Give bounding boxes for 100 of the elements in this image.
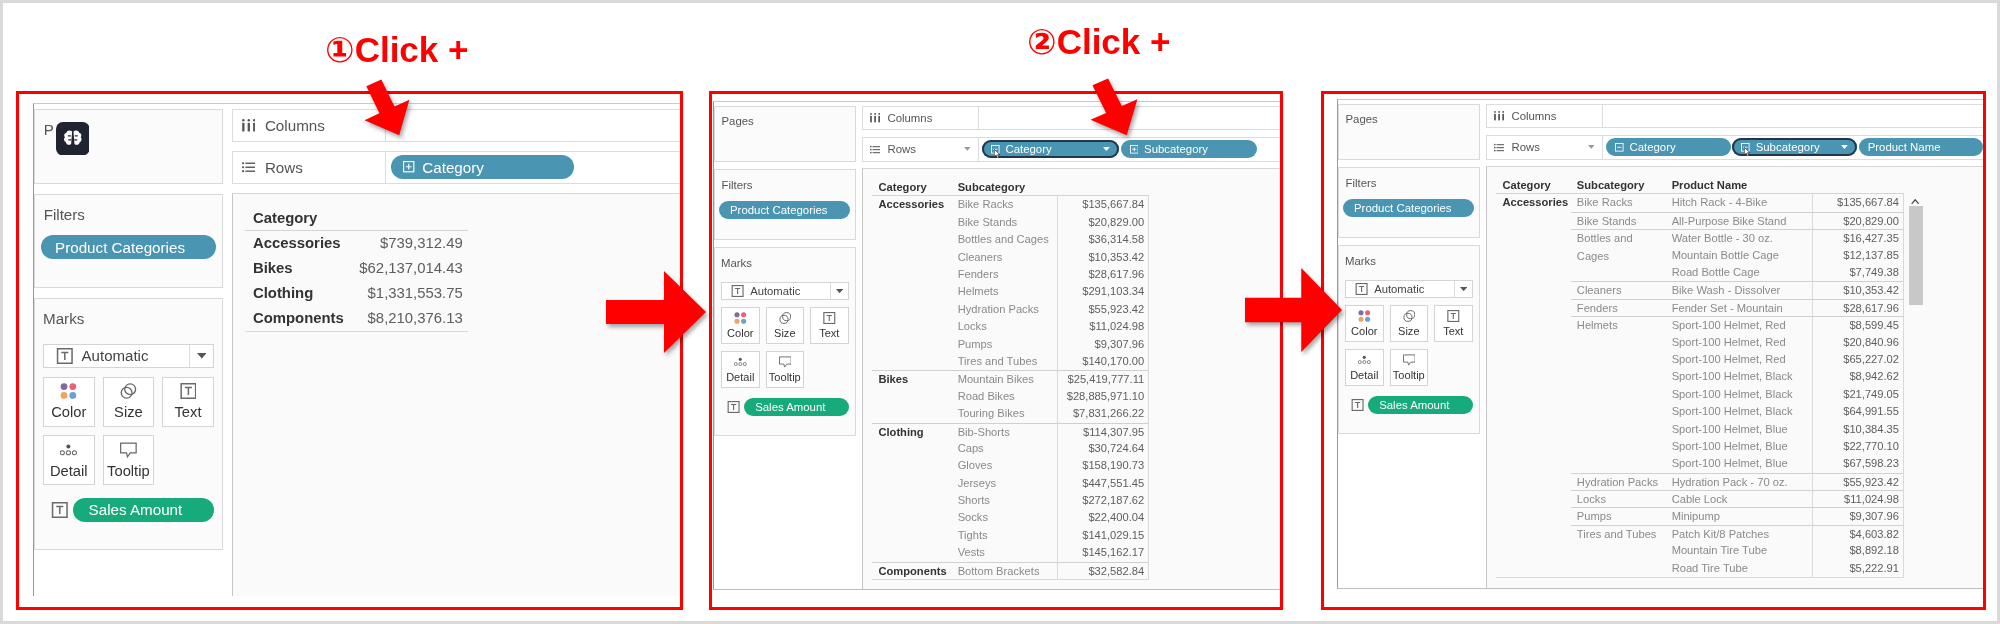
table-cell: $65,227.02 [1811, 350, 1904, 369]
text-icon [56, 348, 74, 364]
caret-icon [196, 353, 207, 359]
table-cell: $20,840.96 [1811, 333, 1904, 351]
table-cell: Cleaners [1570, 281, 1666, 300]
mark-button[interactable]: Detail [1345, 348, 1384, 387]
mark-button[interactable]: Detail [43, 435, 95, 486]
text-icon [1351, 398, 1365, 411]
table-cell-text: Sport-100 Helmet, Black [1670, 369, 1794, 385]
table-cell-text: Cleaners [956, 249, 1004, 265]
table-cell: $67,598.23 [1811, 455, 1904, 473]
table-cell: Bikes [872, 370, 952, 389]
mark-button[interactable]: Text [1434, 304, 1473, 343]
table-cell: $291,103.34 [1057, 283, 1150, 301]
text-icon [1355, 283, 1369, 296]
mark-button[interactable]: Color [43, 376, 95, 427]
card-title: Marks [43, 309, 85, 328]
circles-icon [1402, 309, 1416, 322]
scroll-up-icon[interactable] [1911, 198, 1920, 205]
table-cell: $10,353.42 [1057, 248, 1150, 266]
table-cell-text: $739,312.49 [379, 234, 464, 254]
table-cell: $25,419,777.11 [1057, 370, 1150, 388]
column-header: Product Name [1665, 177, 1812, 195]
table-cell-text: Hydration Packs [956, 301, 1040, 317]
mark-button[interactable]: Tooltip [1389, 348, 1429, 387]
columns-icon [241, 119, 256, 132]
list-icon [241, 160, 256, 174]
table-cell: $30,724.64 [1057, 439, 1150, 458]
mark-type-dropdown[interactable]: Automatic [43, 344, 214, 368]
shelf-label: Rows [264, 158, 303, 176]
mark-button[interactable]: Text [810, 306, 849, 345]
table-cell: $36,314.58 [1057, 231, 1150, 249]
speech-bubble-icon [1402, 353, 1416, 366]
mark-button[interactable]: Color [1345, 304, 1384, 343]
text-icon [51, 501, 69, 518]
table-cell: Minipump [1665, 507, 1812, 526]
mark-button[interactable]: Size [1389, 304, 1429, 343]
palette-dots-icon [733, 311, 747, 324]
brain-icon[interactable] [55, 121, 90, 156]
step-title: ①Click + [325, 30, 469, 70]
card-title: Marks [721, 256, 752, 271]
column-header: Category [1496, 177, 1571, 195]
minus-box-icon[interactable] [1615, 143, 1624, 152]
table-cell: $21,749.05 [1811, 385, 1904, 404]
table-cell-text: Mountain Bottle Cage [1670, 247, 1780, 263]
plus-box-icon[interactable] [403, 161, 415, 173]
mark-button[interactable]: Size [765, 306, 805, 345]
table-cell: Bottles and Cages [1570, 229, 1666, 266]
table-cell-text: $1,331,553.75 [366, 284, 464, 304]
table-cell: $140,170.00 [1057, 352, 1150, 371]
scrollbar-thumb[interactable] [1908, 206, 1923, 306]
table-cell-text: Hitch Rack - 4-Bike [1670, 195, 1769, 211]
minus-box-icon[interactable] [991, 145, 1000, 154]
card-title: Pages [1344, 113, 1378, 127]
table-cell: $32,582.84 [1057, 561, 1150, 580]
plus-box-icon[interactable] [1129, 145, 1139, 154]
table-cell-text: Road Bottle Cage [1670, 265, 1761, 280]
cursor-icon [994, 148, 1001, 159]
dots-icon [733, 355, 747, 368]
table-cell-text: Tights [956, 527, 989, 543]
circles-icon [120, 383, 137, 400]
mark-button[interactable]: Color [721, 306, 760, 345]
table-cell: $10,384.35 [1811, 420, 1904, 438]
mark-button[interactable]: Detail [721, 350, 760, 389]
minus-box-icon[interactable] [1741, 143, 1750, 152]
card-title: Marks [1345, 254, 1376, 269]
table-cell: $135,667.84 [1057, 196, 1150, 214]
table-cell-text: Sport-100 Helmet, Blue [1670, 421, 1789, 437]
mark-button[interactable]: Size [102, 376, 155, 427]
column-header: Subcategory [1570, 177, 1666, 195]
table-cell: $12,137.85 [1811, 246, 1904, 264]
table-cell-text: Shorts [956, 493, 991, 509]
table-cell-text: $8,210,376.13 [366, 309, 464, 329]
column-header: Category [872, 179, 952, 197]
mark-type-dropdown[interactable]: Automatic [1345, 280, 1473, 299]
mark-button[interactable]: Text [162, 376, 214, 427]
table-cell-text: Accessories [251, 234, 342, 254]
mark-type-dropdown[interactable]: Automatic [721, 282, 849, 301]
table-cell-text: Caps [956, 440, 985, 456]
table-cell: $141,029.15 [1057, 526, 1150, 545]
table-cell: $4,603.82 [1811, 524, 1904, 543]
table-cell: Hydration Pack - 70 oz. [1665, 472, 1812, 492]
table-cell-text: Bike Racks [956, 197, 1015, 213]
table-cell-text: Vests [956, 545, 986, 561]
table-cell: Hydration Packs [1570, 472, 1666, 492]
table-cell: $16,427.35 [1811, 229, 1904, 247]
mark-button[interactable]: Tooltip [102, 435, 155, 486]
table-cell-text: Sport-100 Helmet, Blue [1670, 456, 1789, 472]
table-cell-text: Sport-100 Helmet, Blue [1670, 438, 1789, 454]
shelf-label: Columns [264, 116, 325, 134]
columns-icon [870, 113, 881, 123]
table-cell: $145,162.17 [1057, 544, 1150, 562]
caret-icon [1459, 287, 1467, 292]
table-cell: Water Bottle - 30 oz. [1665, 229, 1812, 248]
mark-button[interactable]: Tooltip [765, 350, 805, 389]
table-cell-text: Sport-100 Helmet, Black [1670, 404, 1794, 420]
shelf-label: Columns [887, 111, 933, 124]
dots-icon [1357, 353, 1371, 366]
caret-icon [835, 289, 843, 294]
table-cell: Mountain Bikes [951, 370, 1058, 389]
